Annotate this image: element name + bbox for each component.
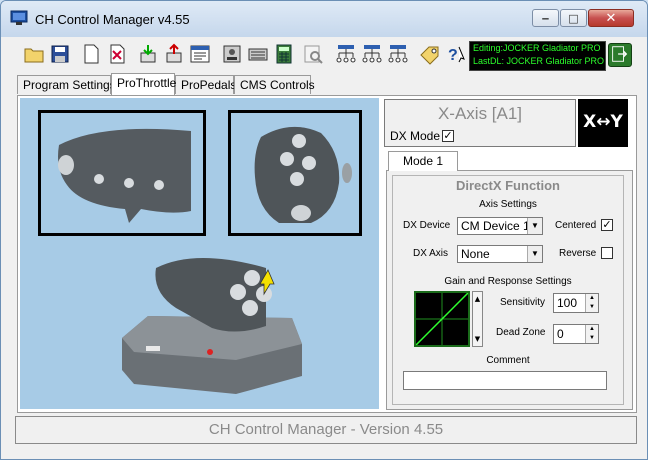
- curve-down-icon[interactable]: ▼: [473, 335, 482, 343]
- tab-propedals[interactable]: ProPedals: [175, 75, 236, 94]
- status-editing: Editing:JOCKER Gladiator PRO: [473, 43, 601, 53]
- status-lastdl: LastDL: JOCKER Gladiator PRO: [473, 56, 605, 66]
- new-file-icon[interactable]: [80, 43, 102, 65]
- throttle-side-image: [58, 128, 191, 223]
- exit-icon: [612, 46, 628, 62]
- comment-input[interactable]: [403, 371, 607, 390]
- tab-prothrottle[interactable]: ProThrottle: [111, 73, 176, 95]
- sensitivity-spinner-icon[interactable]: ▲ ▼: [585, 294, 598, 312]
- tab-mode-1[interactable]: Mode 1: [388, 151, 458, 171]
- reverse-label: Reverse: [559, 248, 597, 259]
- dx-axis-label: DX Axis: [413, 248, 449, 259]
- close-button[interactable]: ✕: [588, 9, 634, 27]
- tree-icon[interactable]: [335, 43, 357, 65]
- chevron-down-icon: ▼: [527, 246, 542, 262]
- axis-header: X-Axis [A1] DX Mode ✓: [384, 99, 576, 147]
- throttle-top-image: [254, 126, 352, 223]
- device-properties-icon[interactable]: [221, 43, 243, 65]
- dx-device-value: CM Device 1: [461, 219, 530, 233]
- response-curve-display[interactable]: [414, 291, 470, 347]
- app-icon: [10, 10, 28, 25]
- close-icon: ✕: [605, 10, 617, 26]
- help-icon[interactable]: ?: [445, 43, 467, 65]
- curve-spinner[interactable]: ▲ ▼: [472, 291, 483, 347]
- dx-mode-checkbox[interactable]: ✓: [442, 130, 454, 142]
- sensitivity-value: 100: [557, 296, 578, 310]
- throttle-3d-image: [122, 258, 302, 394]
- tag-icon[interactable]: [419, 43, 441, 65]
- comment-label: Comment: [486, 355, 530, 366]
- throttle-side-view[interactable]: [38, 110, 206, 236]
- axis-settings-label: Axis Settings: [479, 199, 537, 210]
- throttle-top-view[interactable]: [228, 110, 362, 236]
- tree-2-icon[interactable]: [361, 43, 383, 65]
- maximize-icon: □: [568, 11, 579, 25]
- keyboard-icon[interactable]: [247, 43, 269, 65]
- maximize-button[interactable]: □: [560, 9, 587, 27]
- directx-function-title: DirectX Function: [455, 178, 560, 193]
- throttle-image-panel: [20, 98, 379, 409]
- centered-checkbox[interactable]: ✓: [601, 219, 613, 231]
- curve-up-icon[interactable]: ▲: [473, 295, 482, 303]
- minimize-button[interactable]: ‒: [532, 9, 559, 27]
- svg-text:?: ?: [448, 47, 458, 64]
- dead-zone-value: 0: [557, 327, 564, 341]
- dead-zone-label: Dead Zone: [496, 327, 546, 338]
- map-icon[interactable]: [106, 43, 128, 65]
- centered-label: Centered: [555, 220, 597, 231]
- dead-zone-spinner-icon[interactable]: ▲ ▼: [585, 325, 598, 343]
- list-window-icon[interactable]: [189, 43, 211, 65]
- dx-mode-label: DX Mode: [390, 129, 441, 143]
- toolbar: ? Editing:JOCKER Gladiator PRO LastDL: J…: [9, 39, 639, 73]
- axis-title: X-Axis [A1]: [437, 104, 523, 123]
- sensitivity-label: Sensitivity: [500, 297, 546, 308]
- save-icon[interactable]: [49, 43, 71, 65]
- device-status-display: Editing:JOCKER Gladiator PRO LastDL: JOC…: [469, 41, 606, 71]
- xy-logo-text: X↔Y: [583, 112, 623, 132]
- dx-axis-value: None: [461, 247, 490, 261]
- xy-logo: X↔Y: [578, 99, 628, 147]
- chevron-down-icon: ▼: [527, 218, 542, 234]
- status-bar: CH Control Manager - Version 4.55: [15, 416, 637, 444]
- dead-zone-input[interactable]: 0 ▲ ▼: [553, 324, 599, 344]
- minimize-icon: ‒: [541, 11, 550, 25]
- download-icon[interactable]: [137, 43, 159, 65]
- tab-program-settings[interactable]: Program Settings: [17, 75, 116, 94]
- exit-button[interactable]: [608, 43, 632, 67]
- calculator-icon[interactable]: [273, 43, 295, 65]
- main-window: CH Control Manager v4.55 ‒ □ ✕ ? Editing…: [0, 0, 648, 460]
- upload-icon[interactable]: [163, 43, 185, 65]
- title-bar[interactable]: CH Control Manager v4.55 ‒ □ ✕: [1, 1, 647, 37]
- tree-3-icon[interactable]: [387, 43, 409, 65]
- sensitivity-input[interactable]: 100 ▲ ▼: [553, 293, 599, 313]
- open-folder-icon[interactable]: [23, 43, 45, 65]
- dx-device-select[interactable]: CM Device 1 ▼: [457, 217, 543, 235]
- dx-device-label: DX Device: [403, 220, 451, 231]
- response-curve-graph: [415, 292, 469, 346]
- search-icon[interactable]: [302, 43, 324, 65]
- dx-axis-select[interactable]: None ▼: [457, 245, 543, 263]
- tab-cms-controls[interactable]: CMS Controls: [234, 75, 315, 94]
- gain-response-label: Gain and Response Settings: [444, 276, 572, 287]
- window-title: CH Control Manager v4.55: [35, 12, 190, 27]
- reverse-checkbox[interactable]: [601, 247, 613, 259]
